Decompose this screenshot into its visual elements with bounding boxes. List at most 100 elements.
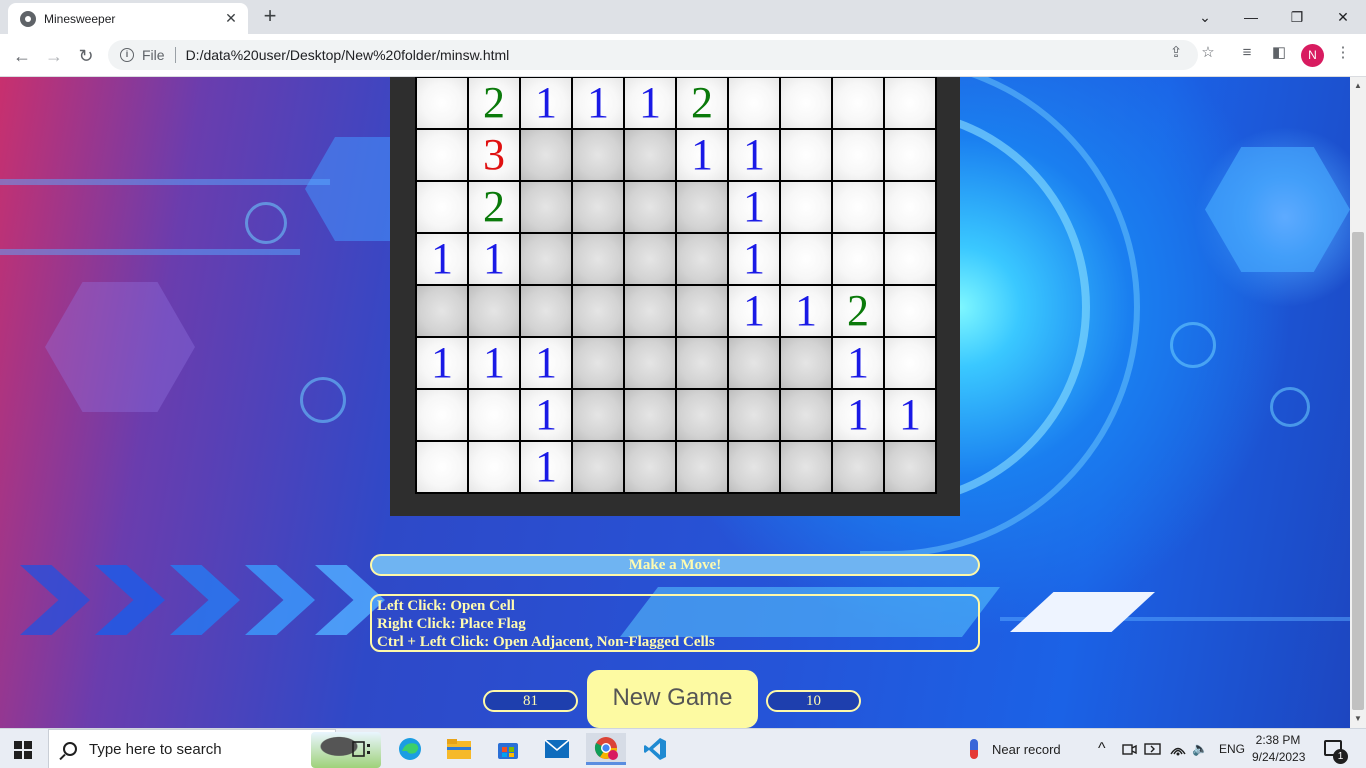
board-cell-open[interactable] (417, 390, 469, 442)
board-cell-closed[interactable] (781, 442, 833, 494)
microsoft-store-icon[interactable] (488, 733, 528, 765)
board-cell-closed[interactable] (521, 182, 573, 234)
board-cell-open[interactable] (781, 130, 833, 182)
board-cell-open[interactable]: 1 (417, 338, 469, 390)
board-cell-closed[interactable] (625, 442, 677, 494)
board-cell-open[interactable] (833, 234, 885, 286)
board-cell-closed[interactable] (625, 390, 677, 442)
board-cell-open[interactable] (885, 78, 937, 130)
tab-minesweeper[interactable]: Minesweeper ✕ (8, 3, 248, 34)
board-cell-closed[interactable] (625, 182, 677, 234)
board-cell-closed[interactable] (729, 390, 781, 442)
board-cell-open[interactable] (833, 130, 885, 182)
board-cell-open[interactable]: 1 (729, 130, 781, 182)
board-cell-open[interactable]: 1 (781, 286, 833, 338)
board-cell-closed[interactable] (625, 130, 677, 182)
board-cell-closed[interactable] (625, 286, 677, 338)
chrome-icon[interactable] (586, 733, 626, 765)
tab-close-icon[interactable]: ✕ (222, 9, 240, 27)
weather-widget[interactable]: Near record (970, 729, 1061, 768)
board-cell-closed[interactable] (677, 234, 729, 286)
board-cell-open[interactable]: 1 (573, 78, 625, 130)
input-language[interactable]: ENG (1219, 729, 1245, 768)
board-cell-open[interactable]: 1 (521, 338, 573, 390)
board-cell-open[interactable]: 1 (833, 390, 885, 442)
file-explorer-icon[interactable] (439, 733, 479, 765)
board-cell-open[interactable] (833, 182, 885, 234)
board-cell-closed[interactable] (417, 286, 469, 338)
board-cell-open[interactable] (781, 234, 833, 286)
board-cell-closed[interactable] (573, 338, 625, 390)
board-cell-closed[interactable] (781, 338, 833, 390)
board-cell-open[interactable] (885, 234, 937, 286)
restore-button[interactable]: ❐ (1274, 0, 1320, 34)
new-game-button[interactable]: New Game (587, 670, 758, 728)
board-cell-open[interactable]: 2 (677, 78, 729, 130)
board-cell-open[interactable] (417, 78, 469, 130)
forward-button[interactable]: → (40, 42, 68, 70)
windows-start-icon[interactable] (14, 741, 32, 759)
browser-menu-icon[interactable]: ⋮ (1332, 43, 1354, 65)
board-cell-closed[interactable] (677, 442, 729, 494)
back-button[interactable]: ← (8, 42, 36, 70)
board-cell-open[interactable] (885, 182, 937, 234)
wifi-icon[interactable] (1170, 729, 1186, 768)
reload-button[interactable]: ↻ (72, 42, 100, 70)
board-cell-open[interactable]: 1 (469, 338, 521, 390)
bookmark-star-icon[interactable]: ☆ (1197, 43, 1219, 65)
board-cell-closed[interactable] (521, 130, 573, 182)
board-cell-closed[interactable] (677, 390, 729, 442)
board-cell-closed[interactable] (677, 286, 729, 338)
board-cell-closed[interactable] (729, 338, 781, 390)
board-cell-open[interactable]: 2 (469, 182, 521, 234)
board-cell-open[interactable]: 1 (417, 234, 469, 286)
url-text[interactable]: D:/data%20user/Desktop/New%20folder/mins… (186, 47, 510, 63)
board-cell-open[interactable] (417, 130, 469, 182)
board-cell-open[interactable]: 2 (469, 78, 521, 130)
board-cell-closed[interactable] (625, 338, 677, 390)
board-cell-open[interactable]: 1 (833, 338, 885, 390)
board-cell-open[interactable] (833, 78, 885, 130)
board-cell-closed[interactable] (573, 286, 625, 338)
volume-icon[interactable]: 🔈 (1192, 729, 1208, 768)
reading-list-icon[interactable]: ≡ (1236, 43, 1258, 65)
task-view-icon[interactable] (342, 733, 382, 765)
board-cell-open[interactable] (885, 286, 937, 338)
board-cell-closed[interactable] (573, 182, 625, 234)
scrollbar-thumb[interactable] (1352, 232, 1364, 710)
board-cell-open[interactable]: 1 (677, 130, 729, 182)
close-window-button[interactable]: ✕ (1320, 0, 1366, 34)
board-cell-open[interactable]: 1 (521, 78, 573, 130)
board-cell-closed[interactable] (625, 234, 677, 286)
site-info-icon[interactable]: i (120, 48, 134, 62)
board-cell-open[interactable] (781, 182, 833, 234)
board-cell-closed[interactable] (521, 286, 573, 338)
taskbar-search-box[interactable]: Type here to search (48, 729, 381, 768)
board-cell-open[interactable]: 1 (729, 182, 781, 234)
address-bar[interactable]: i File D:/data%20user/Desktop/New%20fold… (108, 40, 1198, 70)
board-cell-open[interactable] (885, 130, 937, 182)
board-cell-open[interactable] (417, 442, 469, 494)
board-cell-closed[interactable] (677, 182, 729, 234)
vscode-icon[interactable] (635, 733, 675, 765)
board-cell-closed[interactable] (573, 442, 625, 494)
edge-browser-icon[interactable] (390, 733, 430, 765)
board-cell-open[interactable]: 2 (833, 286, 885, 338)
board-cell-closed[interactable] (573, 130, 625, 182)
board-cell-closed[interactable] (573, 390, 625, 442)
board-cell-open[interactable] (729, 78, 781, 130)
board-cell-open[interactable] (781, 78, 833, 130)
system-clock[interactable]: 2:38 PM 9/24/2023 (1252, 732, 1305, 766)
board-cell-open[interactable]: 1 (625, 78, 677, 130)
board-cell-open[interactable]: 1 (729, 286, 781, 338)
board-cell-open[interactable] (885, 338, 937, 390)
board-cell-open[interactable] (469, 442, 521, 494)
board-cell-open[interactable]: 3 (469, 130, 521, 182)
board-cell-open[interactable] (469, 390, 521, 442)
board-cell-open[interactable]: 1 (729, 234, 781, 286)
scroll-down-arrow-icon[interactable]: ▼ (1350, 712, 1366, 726)
board-cell-open[interactable] (417, 182, 469, 234)
board-cell-closed[interactable] (521, 234, 573, 286)
board-cell-closed[interactable] (573, 234, 625, 286)
board-cell-open[interactable]: 1 (521, 390, 573, 442)
